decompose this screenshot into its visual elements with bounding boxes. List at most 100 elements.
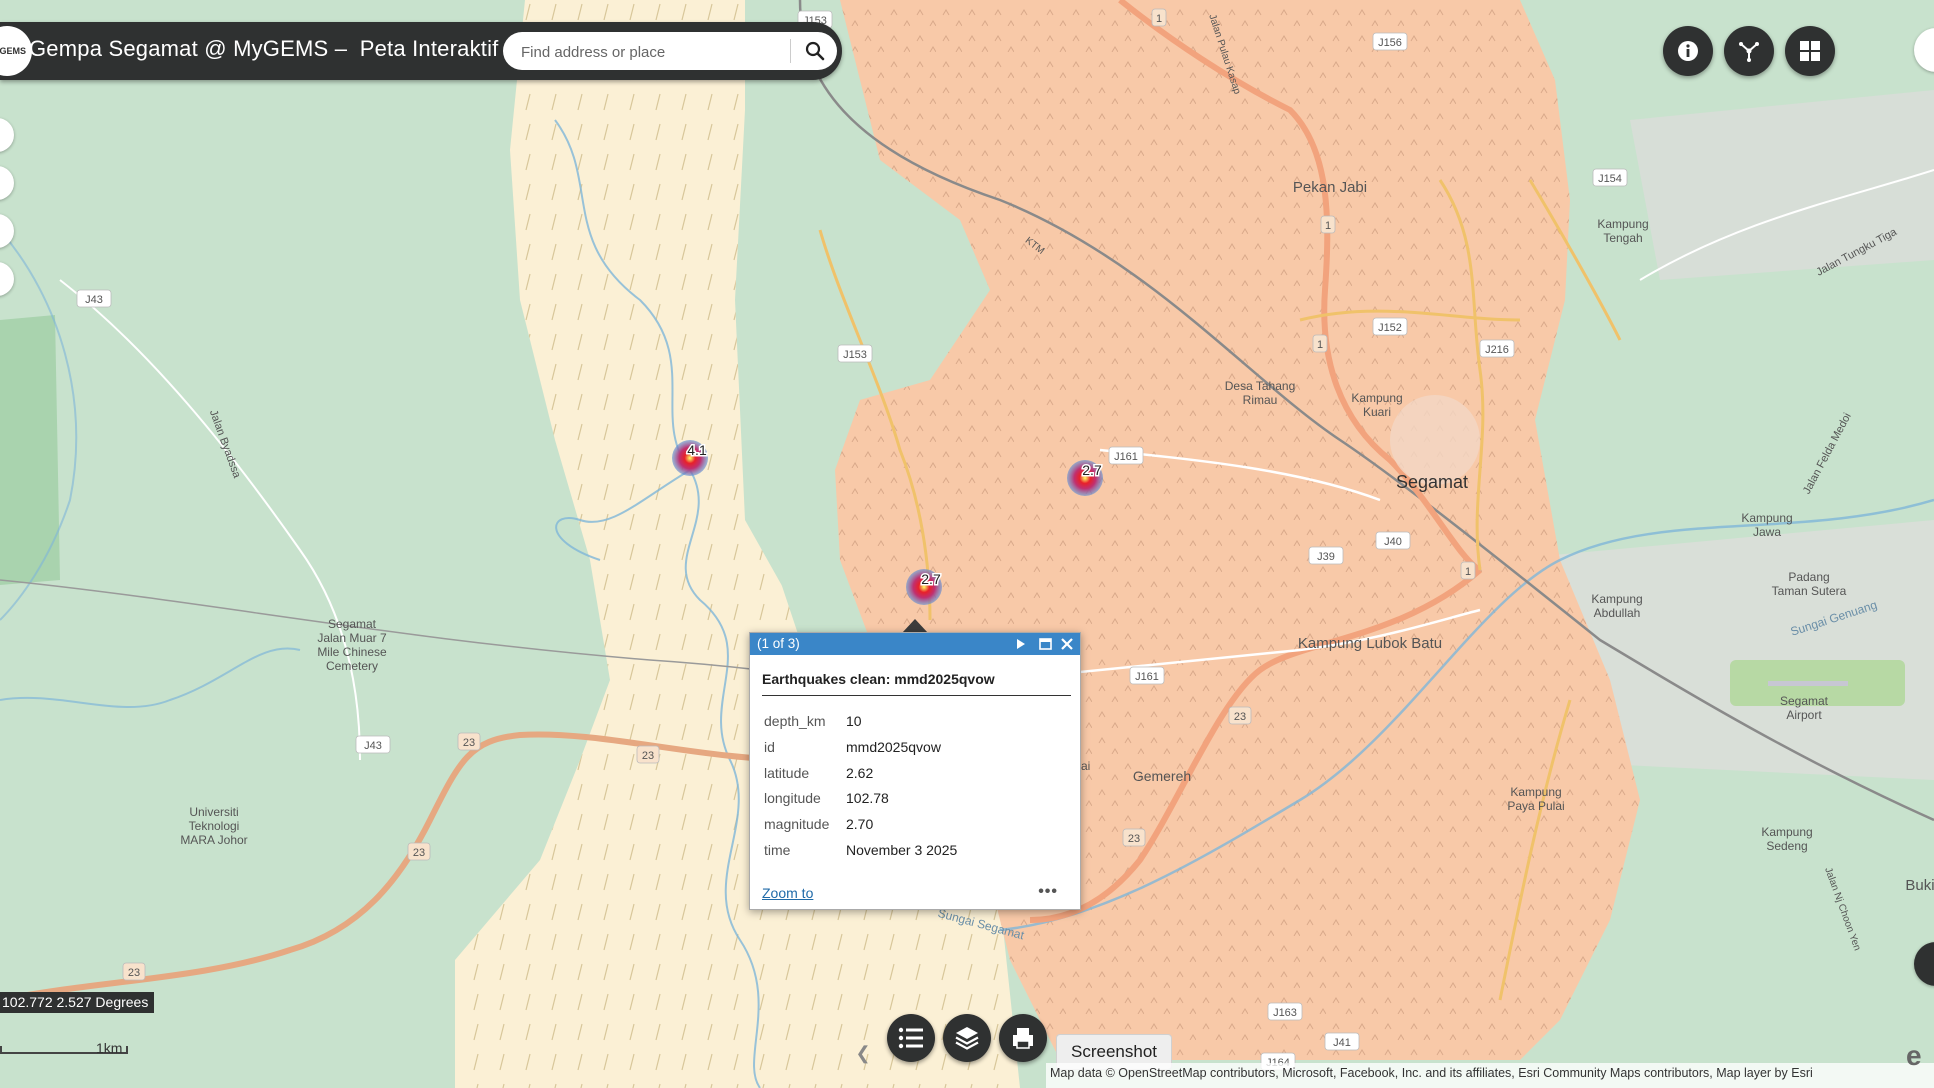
layers-button[interactable]: [943, 1014, 991, 1062]
popup-field-key: depth_km: [764, 713, 826, 729]
search-box: [503, 32, 837, 70]
road-shield: J41: [1324, 1032, 1360, 1051]
basemap-button[interactable]: [1724, 26, 1774, 76]
popup-titlebar: (1 of 3): [750, 633, 1080, 655]
popup-title: Earthquakes clean: mmd2025qvow: [762, 671, 995, 687]
road-shield: 1: [1460, 561, 1476, 580]
print-icon: [1013, 1028, 1033, 1049]
earthquake-marker[interactable]: 2.7: [906, 569, 942, 605]
place-label-kampung-tengah: Kampung Tengah: [1597, 217, 1648, 245]
road-shield: J40: [1375, 531, 1411, 550]
road-shield: J153: [837, 344, 873, 363]
coordinate-readout: 102.772 2.527 Degrees: [0, 992, 155, 1013]
prev-arrow-icon[interactable]: ❮: [846, 1038, 880, 1068]
road-shield-label: 23: [463, 737, 475, 749]
marker-magnitude-label: 2.7: [1082, 462, 1102, 478]
place-label-kampung-lubok-batu: Kampung Lubok Batu: [1298, 635, 1442, 652]
search-icon: [805, 41, 825, 61]
map-canvas[interactable]: Segamat Pekan Jabi Kampung Lubok Batu Ge…: [0, 0, 1934, 1088]
place-label-gemereh: Gemereh: [1133, 768, 1191, 784]
popup-divider: [762, 695, 1071, 696]
grid-icon: [1800, 41, 1820, 61]
legend-button[interactable]: [887, 1014, 935, 1062]
popup-maximize-button[interactable]: [1036, 635, 1054, 653]
road-shield: J154: [1592, 168, 1628, 187]
feature-popup: (1 of 3) Earthquakes clean: mmd2025qvow …: [749, 632, 1081, 910]
popup-field-value: 2.62: [846, 765, 874, 781]
earthquake-marker[interactable]: 2.7: [1067, 460, 1103, 496]
popup-field-key: magnitude: [764, 816, 830, 832]
search-input[interactable]: [519, 38, 793, 66]
app-header: GEMS Gempa Segamat @ MyGEMS – Peta Inter…: [0, 22, 842, 80]
road-shield: J161: [1108, 446, 1144, 465]
search-divider: [790, 39, 791, 63]
road-shield: J161: [1129, 666, 1165, 685]
road-shield: 1: [1320, 215, 1336, 234]
road-shield: 23: [1122, 828, 1146, 847]
road-shield-label: 23: [1128, 833, 1140, 845]
info-icon: [1678, 41, 1698, 61]
popup-field-value: 2.70: [846, 816, 874, 832]
road-shield-label: J153: [843, 349, 867, 361]
scale-label: 1km: [96, 1040, 123, 1056]
popup-field-key: latitude: [764, 765, 810, 781]
road-shield-label: J161: [1114, 451, 1138, 463]
road-shield-label: J154: [1598, 173, 1622, 185]
road-shield-label: J40: [1384, 536, 1402, 548]
road-shield: 23: [1228, 706, 1252, 725]
app-title: Gempa Segamat @ MyGEMS – Peta Interaktif: [29, 36, 499, 61]
maximize-icon: [1038, 638, 1052, 650]
zoom-to-link[interactable]: Zoom to: [762, 885, 813, 901]
road-shield-label: 1: [1156, 13, 1162, 25]
road-shield-label: 23: [413, 847, 425, 859]
print-button[interactable]: [999, 1014, 1047, 1062]
road-shield-label: 1: [1325, 220, 1331, 232]
popup-pointer: [902, 619, 928, 633]
road-shield: J43: [355, 735, 391, 754]
road-shield-label: J161: [1135, 671, 1159, 683]
search-button[interactable]: [801, 37, 829, 65]
road-shield-label: 23: [1234, 711, 1246, 723]
road-shield: 23: [407, 842, 431, 861]
close-icon: [1061, 638, 1073, 650]
info-button[interactable]: [1663, 26, 1713, 76]
popup-next-button[interactable]: [1012, 635, 1030, 653]
marker-magnitude-label: 4.1: [687, 442, 707, 458]
road-shield: 23: [122, 962, 146, 981]
place-label-pekan-jabi: Pekan Jabi: [1293, 179, 1367, 196]
popup-more-button[interactable]: •••: [1038, 883, 1058, 901]
popup-field-key: id: [764, 739, 775, 755]
road-shield: J152: [1372, 317, 1408, 336]
basemap-icon: [1739, 42, 1759, 62]
place-label-kampung-paya-pulai: Kampung Paya Pulai: [1507, 785, 1564, 813]
popup-field-key: longitude: [764, 790, 821, 806]
popup-close-button[interactable]: [1058, 635, 1076, 653]
app-logo: GEMS: [0, 26, 32, 76]
road-shield-label: J39: [1317, 551, 1335, 563]
road-shield: J156: [1372, 32, 1408, 51]
road-shield-label: 23: [128, 967, 140, 979]
popup-field-value: mmd2025qvow: [846, 739, 941, 755]
road-shield-label: 1: [1465, 566, 1471, 578]
road-shield: 1: [1312, 334, 1328, 353]
map-attribution: Map data © OpenStreetMap contributors, M…: [1046, 1063, 1934, 1088]
road-shield-label: J163: [1273, 1007, 1297, 1019]
popup-field-value: 10: [846, 713, 862, 729]
esri-logo: e: [1906, 1040, 1922, 1071]
road-shield: J43: [76, 289, 112, 308]
place-label-segamat-airport: Segamat Airport: [1780, 694, 1829, 722]
road-shield: J39: [1308, 546, 1344, 565]
road-shield-label: 23: [642, 750, 654, 762]
place-label-buki: Buki: [1905, 877, 1934, 894]
earthquake-marker[interactable]: 4.1: [672, 440, 708, 476]
marker-magnitude-label: 2.7: [921, 571, 941, 587]
place-label-kampung-abdullah: Kampung Abdullah: [1591, 592, 1642, 620]
popup-count: (1 of 3): [757, 636, 800, 651]
place-label-uitm: Universiti Teknologi MARA Johor: [180, 805, 247, 847]
place-label-kampung-sedeng: Kampung Sedeng: [1761, 825, 1812, 853]
place-label-segamat: Segamat: [1396, 472, 1468, 492]
road-shield: 23: [636, 745, 660, 764]
grid-button[interactable]: [1785, 26, 1835, 76]
road-shield-label: J43: [85, 294, 103, 306]
popup-field-value: 102.78: [846, 790, 889, 806]
